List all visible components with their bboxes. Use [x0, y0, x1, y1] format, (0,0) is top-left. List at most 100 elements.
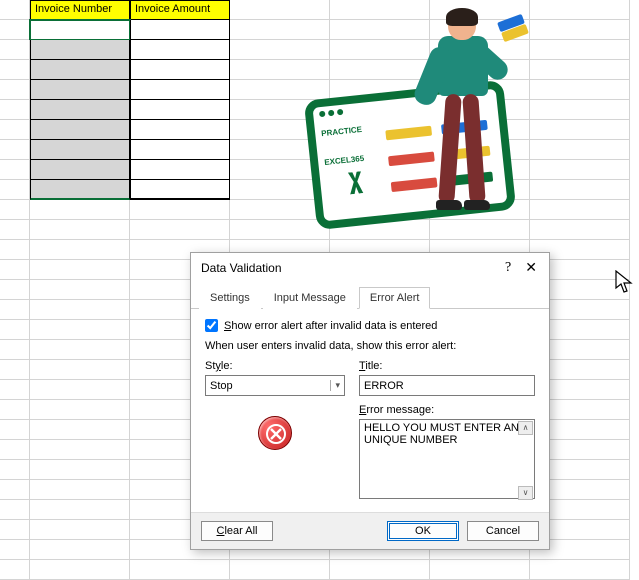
ok-button[interactable]: OK	[387, 521, 459, 541]
cell[interactable]	[0, 100, 30, 120]
cell[interactable]	[0, 120, 30, 140]
cell[interactable]	[30, 560, 130, 580]
cell[interactable]	[30, 360, 130, 380]
cell[interactable]	[30, 400, 130, 420]
cell[interactable]	[0, 80, 30, 100]
cell[interactable]	[0, 400, 30, 420]
cell[interactable]	[0, 520, 30, 540]
clear-all-button[interactable]: Clear All	[201, 521, 273, 541]
cell[interactable]	[530, 80, 630, 100]
cell[interactable]	[30, 480, 130, 500]
dialog-titlebar[interactable]: Data Validation ? ✕	[191, 253, 549, 282]
cell[interactable]	[0, 240, 30, 260]
cell[interactable]	[130, 80, 230, 100]
cell[interactable]	[30, 380, 130, 400]
tab-error-alert[interactable]: Error Alert	[359, 287, 431, 309]
cell[interactable]	[130, 180, 230, 200]
cell[interactable]	[30, 260, 130, 280]
cell[interactable]	[30, 440, 130, 460]
cell[interactable]	[430, 560, 530, 580]
close-icon[interactable]: ✕	[521, 259, 541, 276]
help-icon[interactable]: ?	[505, 260, 511, 276]
cell[interactable]	[0, 420, 30, 440]
cell[interactable]	[0, 200, 30, 220]
scroll-down-icon[interactable]: ∨	[518, 486, 533, 500]
cell[interactable]	[30, 240, 130, 260]
cell[interactable]	[30, 460, 130, 480]
cell[interactable]	[0, 540, 30, 560]
cell[interactable]	[0, 440, 30, 460]
title-input[interactable]	[359, 375, 535, 396]
cell[interactable]	[0, 480, 30, 500]
cell[interactable]	[530, 140, 630, 160]
style-select[interactable]: Stop ▾	[205, 375, 345, 396]
cell[interactable]	[0, 40, 30, 60]
selected-cell[interactable]	[30, 60, 130, 80]
cell[interactable]	[130, 100, 230, 120]
cell[interactable]	[30, 420, 130, 440]
cell[interactable]	[0, 560, 30, 580]
selected-cell[interactable]	[30, 160, 130, 180]
cell[interactable]	[0, 460, 30, 480]
cell[interactable]	[230, 0, 330, 20]
cell[interactable]	[530, 40, 630, 60]
cell[interactable]	[30, 200, 130, 220]
cell[interactable]	[130, 160, 230, 180]
cell[interactable]	[0, 160, 30, 180]
cell[interactable]	[0, 380, 30, 400]
cell[interactable]	[0, 220, 30, 240]
cell[interactable]	[0, 320, 30, 340]
cell[interactable]	[30, 300, 130, 320]
cell[interactable]	[0, 140, 30, 160]
cell[interactable]	[330, 0, 430, 20]
cell[interactable]	[530, 60, 630, 80]
cell[interactable]	[0, 260, 30, 280]
selected-cell[interactable]	[30, 120, 130, 140]
cell[interactable]	[530, 0, 630, 20]
cell[interactable]	[530, 180, 630, 200]
selected-cell[interactable]	[30, 100, 130, 120]
header-invoice-amount[interactable]: Invoice Amount	[130, 0, 230, 20]
cell[interactable]	[0, 340, 30, 360]
cell[interactable]	[0, 180, 30, 200]
cell[interactable]	[230, 560, 330, 580]
error-message-textarea[interactable]	[359, 419, 535, 499]
cell[interactable]	[0, 300, 30, 320]
cell[interactable]	[130, 120, 230, 140]
cell[interactable]	[130, 60, 230, 80]
cell[interactable]	[0, 280, 30, 300]
cancel-button[interactable]: Cancel	[467, 521, 539, 541]
cell[interactable]	[30, 220, 130, 240]
selected-cell[interactable]	[30, 20, 130, 40]
show-error-checkbox[interactable]	[205, 319, 218, 332]
tab-settings[interactable]: Settings	[199, 287, 261, 309]
cell[interactable]	[0, 60, 30, 80]
cell[interactable]	[0, 0, 30, 20]
tab-input-message[interactable]: Input Message	[263, 287, 357, 309]
cell[interactable]	[530, 560, 630, 580]
cell[interactable]	[530, 100, 630, 120]
header-invoice-number[interactable]: Invoice Number	[30, 0, 130, 20]
cell[interactable]	[0, 20, 30, 40]
cell[interactable]	[530, 160, 630, 180]
cell[interactable]	[530, 220, 630, 240]
cell[interactable]	[30, 500, 130, 520]
cell[interactable]	[0, 500, 30, 520]
cell[interactable]	[130, 40, 230, 60]
cell[interactable]	[130, 20, 230, 40]
cell[interactable]	[0, 360, 30, 380]
cell[interactable]	[30, 540, 130, 560]
cell[interactable]	[30, 340, 130, 360]
cell[interactable]	[130, 220, 230, 240]
cell[interactable]	[330, 560, 430, 580]
cell[interactable]	[130, 140, 230, 160]
selected-cell[interactable]	[30, 140, 130, 160]
cell[interactable]	[30, 320, 130, 340]
cell[interactable]	[530, 120, 630, 140]
cell[interactable]	[30, 280, 130, 300]
cell[interactable]	[30, 520, 130, 540]
selected-cell[interactable]	[30, 180, 130, 200]
cell[interactable]	[130, 560, 230, 580]
cell[interactable]	[530, 20, 630, 40]
selected-cell[interactable]	[30, 40, 130, 60]
